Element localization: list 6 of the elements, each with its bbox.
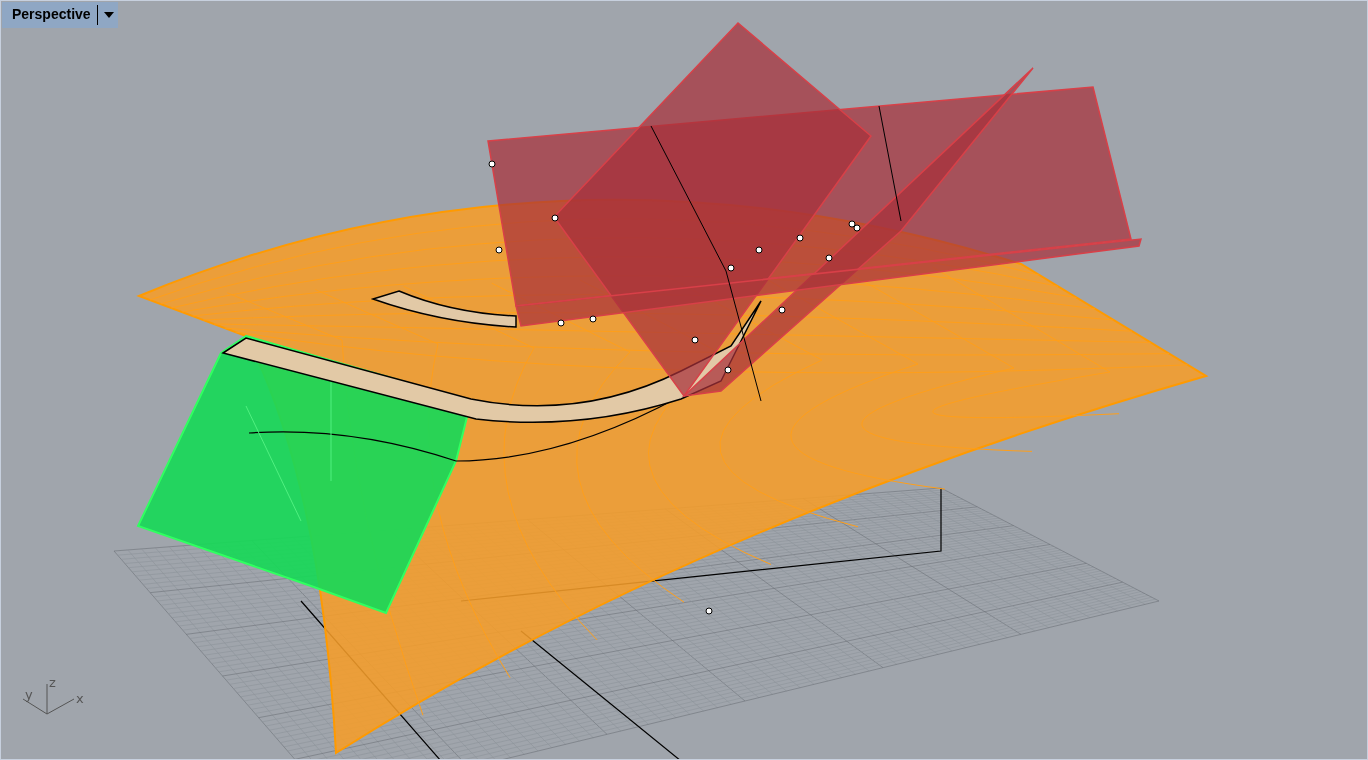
viewport-title-tab[interactable]: Perspective xyxy=(2,2,118,28)
axis-label: y xyxy=(25,687,33,702)
axis-label: x xyxy=(76,691,84,706)
caret-icon xyxy=(103,11,114,18)
viewport-title: Perspective xyxy=(12,5,91,24)
axis-label: z xyxy=(49,675,56,690)
